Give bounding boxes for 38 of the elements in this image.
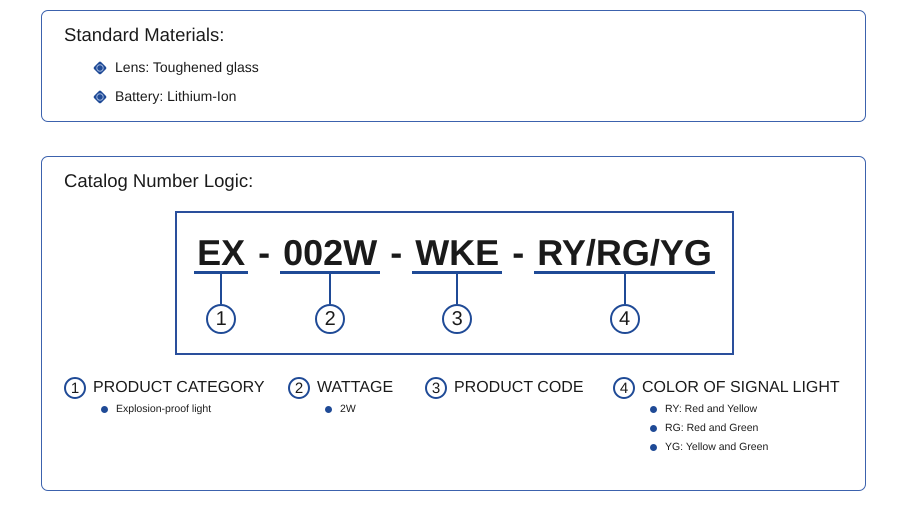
bullet-icon	[325, 406, 332, 413]
circled-number: 1	[206, 304, 236, 334]
legend-heading: PRODUCT CODE	[454, 378, 584, 398]
code-label: WKE	[414, 235, 500, 271]
legend-heading: WATTAGE	[317, 378, 394, 398]
bullet-icon	[650, 444, 657, 451]
circled-number: 2	[288, 377, 310, 399]
circled-number: 4	[610, 304, 640, 334]
segment-underline	[194, 271, 248, 274]
code-label: EX	[196, 235, 246, 271]
code-label: RY/RG/YG	[536, 235, 713, 271]
separator: -	[258, 235, 270, 271]
section-title: Standard Materials:	[64, 23, 226, 47]
legend-item: 2W	[340, 403, 356, 416]
circled-number: 2	[315, 304, 346, 334]
connector-line	[329, 274, 332, 304]
material-item: Lens: Toughened glass	[115, 58, 259, 77]
legend-item: RG: Red and Green	[665, 422, 758, 435]
legend-item: RY: Red and Yellow	[665, 403, 758, 416]
separator: -	[512, 235, 524, 271]
circled-number: 1	[64, 377, 86, 399]
bullet-icon	[101, 406, 108, 413]
legend-heading: PRODUCT CATEGORY	[93, 378, 265, 398]
circled-number: 4	[613, 377, 635, 399]
circled-number: 3	[425, 377, 447, 399]
connector-line	[220, 274, 222, 304]
code-label: 002W	[282, 235, 378, 271]
connector-line	[624, 274, 626, 304]
legend-item: YG: Yellow and Green	[665, 441, 768, 454]
separator: -	[390, 235, 402, 271]
section-title: Catalog Number Logic:	[64, 169, 254, 193]
legend-heading: COLOR OF SIGNAL LIGHT	[642, 378, 840, 398]
connector-line	[456, 274, 458, 304]
bullet-icon	[650, 406, 657, 413]
circled-number: 3	[442, 304, 472, 334]
legend-item: Explosion-proof light	[116, 403, 212, 416]
bullet-icon	[650, 425, 657, 432]
material-item: Battery: Lithium-Ion	[115, 87, 236, 106]
